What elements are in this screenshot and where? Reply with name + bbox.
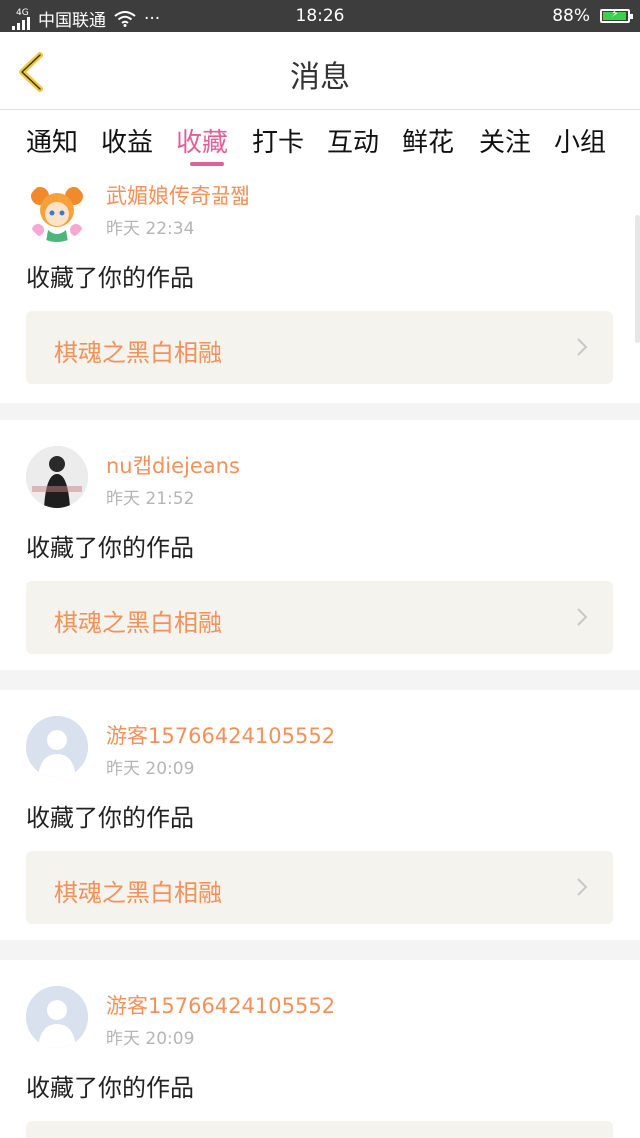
status-bar: 4G 中国联通 ··· 18:26 88% ⚡ (0, 0, 640, 32)
work-link[interactable]: 棋魂之黑白相融 (26, 581, 613, 654)
work-link[interactable] (26, 1121, 613, 1138)
tab-favorites[interactable]: 收藏 (176, 122, 228, 159)
message-time: 昨天 20:09 (106, 1029, 195, 1049)
active-tab-indicator (190, 162, 224, 166)
default-user-icon (26, 986, 88, 1048)
work-link[interactable]: 棋魂之黑白相融 (26, 851, 613, 924)
chevron-right-icon (577, 608, 588, 626)
username[interactable]: 游客15766424105552 (106, 720, 335, 750)
message-card: nu캡diejeans 昨天 21:52 收藏了你的作品 棋魂之黑白相融 (0, 420, 640, 670)
message-action: 收藏了你的作品 (26, 534, 194, 562)
page-title: 消息 (290, 60, 350, 95)
message-time: 昨天 22:34 (106, 219, 195, 239)
chevron-right-icon (577, 878, 588, 896)
tab-flowers[interactable]: 鲜花 (402, 122, 454, 159)
nav-header: 消息 (0, 32, 640, 110)
avatar[interactable] (26, 446, 88, 508)
avatar[interactable] (26, 180, 88, 242)
message-card: 游客15766424105552 昨天 20:09 收藏了你的作品 棋魂之黑白相… (0, 690, 640, 940)
battery-percent: 88% (552, 6, 590, 26)
tab-notice[interactable]: 通知 (26, 122, 78, 159)
work-title: 棋魂之黑白相融 (54, 339, 222, 367)
status-right: 88% ⚡ (552, 6, 633, 26)
tab-interaction[interactable]: 互动 (327, 122, 379, 159)
message-action: 收藏了你的作品 (26, 1074, 194, 1102)
tab-earnings[interactable]: 收益 (101, 122, 153, 159)
username[interactable]: nu캡diejeans (106, 450, 240, 480)
message-time: 昨天 20:09 (106, 759, 195, 779)
username[interactable]: 游客15766424105552 (106, 990, 335, 1020)
work-title: 棋魂之黑白相融 (54, 609, 222, 637)
avatar-cartoon-icon (31, 187, 83, 242)
status-time: 18:26 (295, 6, 345, 26)
scrollbar[interactable] (635, 215, 640, 343)
chevron-right-icon (577, 338, 588, 356)
message-action: 收藏了你的作品 (26, 804, 194, 832)
message-card: 武媚娘传奇끎쩳 昨天 22:34 收藏了你的作品 棋魂之黑白相融 (0, 170, 640, 403)
work-link[interactable]: 棋魂之黑白相融 (26, 311, 613, 384)
message-time: 昨天 21:52 (106, 489, 195, 509)
work-title: 棋魂之黑白相融 (54, 879, 222, 907)
message-card: 游客15766424105552 昨天 20:09 收藏了你的作品 (0, 960, 640, 1138)
avatar[interactable] (26, 986, 88, 1048)
message-action: 收藏了你的作品 (26, 264, 194, 292)
tab-groups[interactable]: 小组 (554, 122, 606, 159)
default-user-icon (26, 716, 88, 778)
avatar-photo-icon (26, 446, 88, 508)
tab-follow[interactable]: 关注 (479, 122, 531, 159)
avatar[interactable] (26, 716, 88, 778)
username[interactable]: 武媚娘传奇끎쩳 (106, 180, 250, 210)
battery-icon: ⚡ (600, 7, 633, 23)
tab-checkin[interactable]: 打卡 (252, 122, 304, 159)
tab-bar: 通知 收益 收藏 打卡 互动 鲜花 关注 小组 (0, 110, 640, 170)
